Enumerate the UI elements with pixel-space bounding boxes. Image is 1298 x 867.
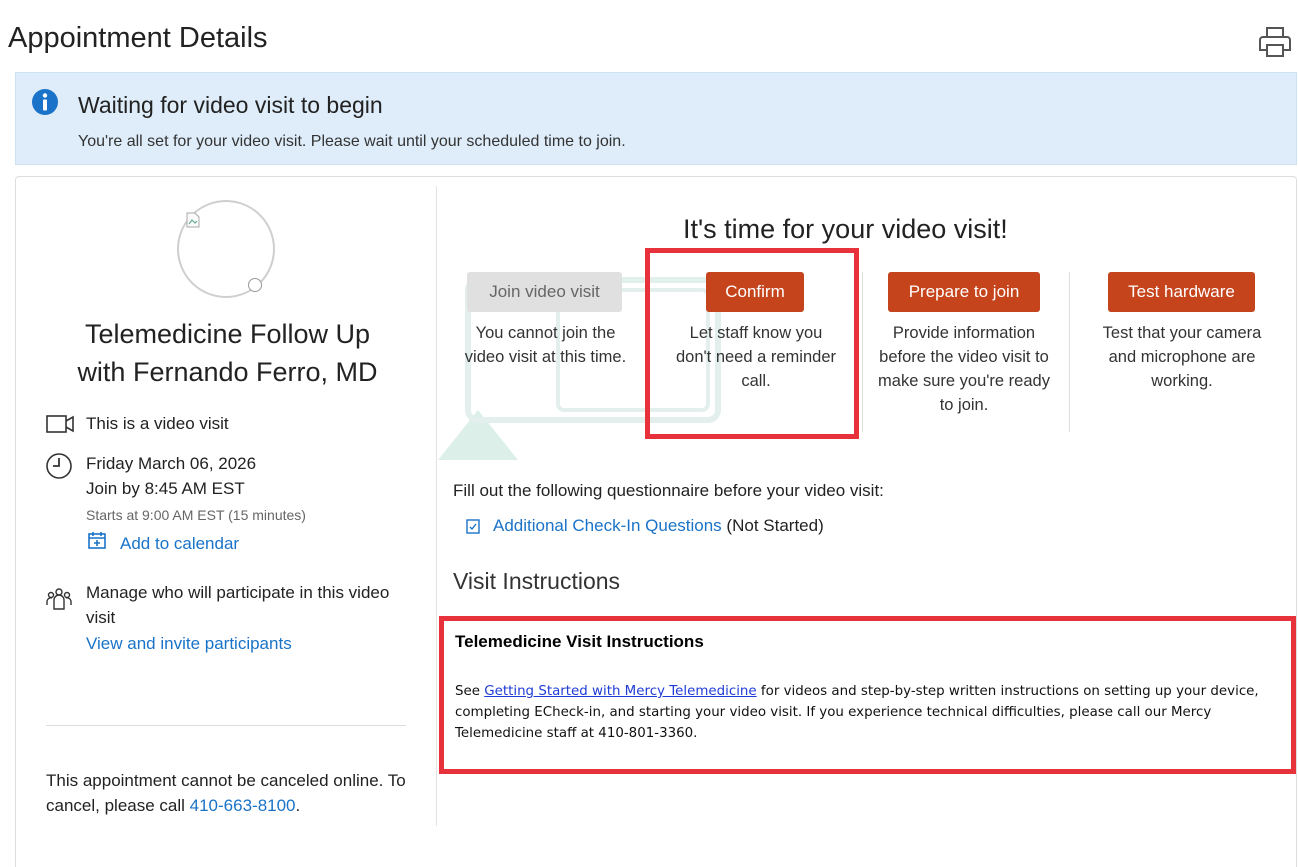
join-video-visit-desc: You cannot join the video visit at this …: [464, 324, 627, 366]
cancel-notice-end: .: [295, 796, 301, 815]
left-divider: [46, 725, 406, 726]
visit-instructions-heading: Visit Instructions: [453, 568, 621, 594]
instructions-highlight: [439, 616, 1296, 774]
start-time: Starts at 9:00 AM EST (15 minutes): [86, 507, 306, 523]
questionnaire-intro: Fill out the following questionnaire bef…: [453, 481, 884, 500]
manage-participants-text: Manage who will participate in this vide…: [86, 583, 390, 602]
participants-icon: [46, 587, 72, 618]
questionnaire-row: Additional Check-In Questions (Not Start…: [493, 516, 824, 536]
additional-check-in-questions-link[interactable]: Additional Check-In Questions: [493, 516, 722, 535]
appointment-date: Friday March 06, 2026: [86, 454, 257, 473]
join-video-visit-button[interactable]: Join video visit: [467, 272, 622, 312]
info-icon: [31, 88, 59, 116]
broken-image-icon: [186, 212, 200, 228]
video-camera-icon: [46, 415, 74, 438]
test-hardware-button[interactable]: Test hardware: [1108, 272, 1255, 312]
banner-text: You're all set for your video visit. Ple…: [78, 133, 626, 150]
questionnaire-status: (Not Started): [726, 516, 824, 535]
video-visit-label: This is a video visit: [86, 414, 229, 433]
card-divider: [436, 186, 437, 826]
banner-title: Waiting for video visit to begin: [78, 92, 383, 118]
visit-title-line1: Telemedicine Follow Up: [84, 319, 371, 349]
cancel-phone-link[interactable]: 410-663-8100: [190, 796, 296, 815]
avatar-badge-icon: [248, 278, 262, 292]
test-hardware-desc: Test that your camera and microphone are…: [1102, 324, 1262, 390]
clock-icon: [45, 452, 73, 485]
page-title: Appointment Details: [8, 22, 268, 54]
prepare-to-join-desc: Provide information before the video vis…: [878, 324, 1050, 414]
checklist-icon: [466, 518, 480, 534]
add-to-calendar-link[interactable]: Add to calendar: [120, 534, 239, 554]
visit-title: Telemedicine Follow Up with Fernando Fer…: [40, 315, 415, 391]
join-by-time: Join by 8:45 AM EST: [86, 479, 245, 498]
confirm-highlight: [645, 248, 859, 439]
video-visit-heading: It's time for your video visit!: [683, 214, 1008, 244]
column-separator: [862, 272, 863, 432]
calendar-add-icon[interactable]: [88, 531, 106, 554]
view-invite-participants-link[interactable]: View and invite participants: [86, 634, 292, 654]
prepare-to-join-button[interactable]: Prepare to join: [888, 272, 1040, 312]
column-separator: [1069, 272, 1070, 432]
printer-icon[interactable]: [1258, 26, 1292, 58]
manage-participants-text-2: visit: [86, 608, 116, 627]
cancel-notice: This appointment cannot be canceled onli…: [46, 768, 416, 818]
visit-title-line2: with Fernando Ferro, MD: [77, 357, 378, 387]
